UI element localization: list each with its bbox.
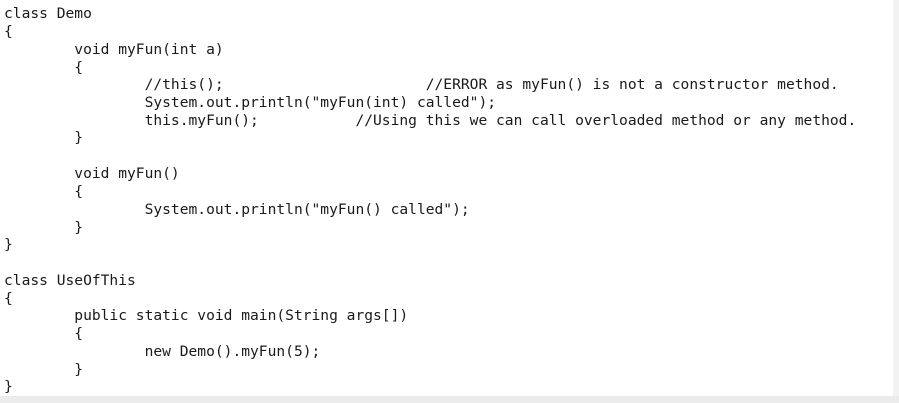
- code-line: }: [4, 219, 84, 236]
- horizontal-scrollbar[interactable]: [0, 396, 899, 403]
- code-line: void myFun(int a): [4, 41, 224, 58]
- code-line: }: [4, 378, 13, 395]
- code-line: {: [4, 290, 13, 307]
- code-line: new Demo().myFun(5);: [4, 343, 321, 360]
- code-line: class Demo: [4, 5, 92, 22]
- code-line: {: [4, 59, 84, 76]
- code-line: System.out.println("myFun() called");: [4, 201, 470, 218]
- vertical-scrollbar[interactable]: [893, 0, 899, 403]
- code-line: }: [4, 361, 84, 378]
- code-line: }: [4, 129, 84, 146]
- code-line: class UseOfThis: [4, 272, 136, 289]
- code-line: System.out.println("myFun(int) called");: [4, 94, 497, 111]
- code-line: this.myFun(); //Using this we can call o…: [4, 112, 857, 129]
- code-line: }: [4, 236, 13, 253]
- code-line: {: [4, 23, 13, 40]
- code-line: public static void main(String args[]): [4, 307, 409, 324]
- code-view: class Demo { void myFun(int a) { //this(…: [0, 0, 893, 396]
- code-line: {: [4, 183, 84, 200]
- code-screenshot: { "code": { "lines": [ "class Demo", "{"…: [0, 0, 899, 403]
- code-line: //this(); //ERROR as myFun() is not a co…: [4, 76, 839, 93]
- code-line: void myFun(): [4, 165, 180, 182]
- code-line: {: [4, 325, 84, 342]
